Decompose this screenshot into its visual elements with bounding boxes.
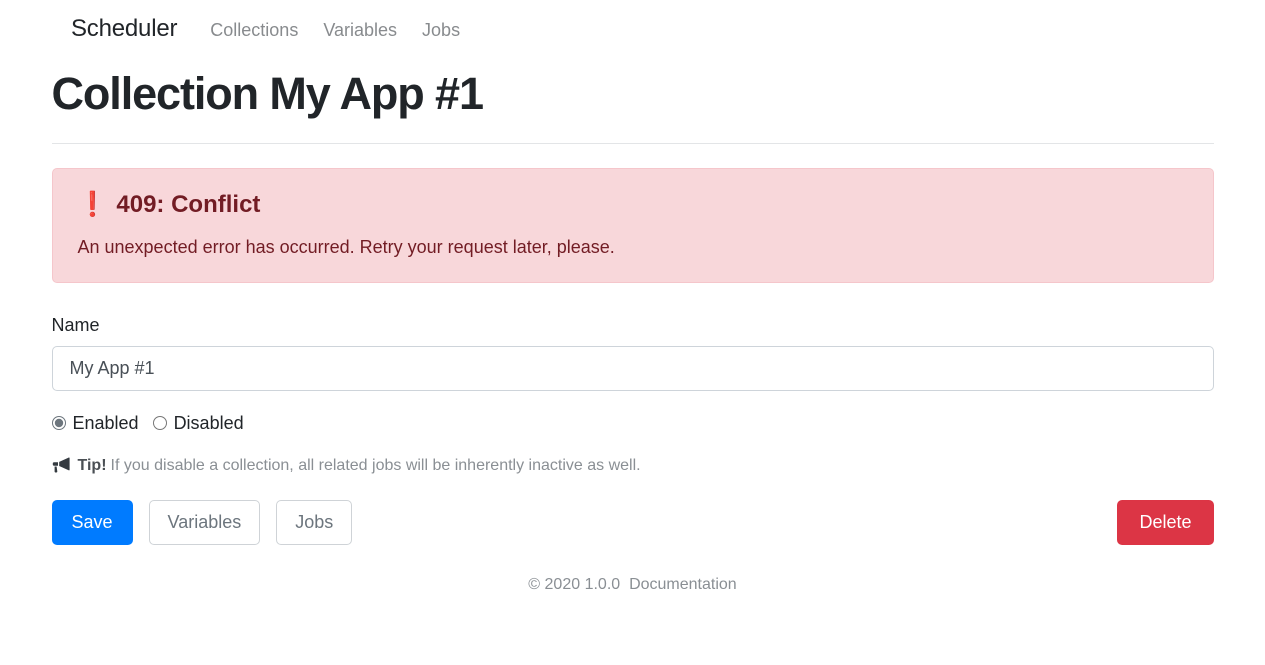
brand-link[interactable]: Scheduler xyxy=(71,17,177,41)
action-button-row: Save Variables Jobs Delete xyxy=(51,499,1214,545)
radio-enabled[interactable] xyxy=(51,415,66,430)
alert-message: An unexpected error has occurred. Retry … xyxy=(77,236,615,257)
radio-item-disabled[interactable]: Disabled xyxy=(152,414,244,432)
footer-documentation-link[interactable]: Documentation xyxy=(629,576,737,593)
jobs-button[interactable]: Jobs xyxy=(276,499,353,545)
tip-row: Tip! If you disable a collection, all re… xyxy=(52,456,1214,475)
exclamation-icon: ❗ xyxy=(77,191,108,219)
name-label: Name xyxy=(51,315,100,336)
nav-link-variables[interactable]: Variables xyxy=(323,21,397,39)
bullhorn-icon xyxy=(52,457,71,473)
navbar: Scheduler Collections Variables Jobs xyxy=(0,0,1265,58)
nav-link-jobs[interactable]: Jobs xyxy=(422,21,460,39)
save-button[interactable]: Save xyxy=(51,499,133,545)
nav-link-collections[interactable]: Collections xyxy=(210,21,298,39)
radio-item-enabled[interactable]: Enabled xyxy=(51,414,139,432)
error-alert: ❗ 409: Conflict An unexpected error has … xyxy=(51,167,1214,284)
radio-enabled-label[interactable]: Enabled xyxy=(73,414,139,432)
tip-text: If you disable a collection, all related… xyxy=(110,456,641,474)
delete-button[interactable]: Delete xyxy=(1117,499,1214,545)
page-title: Collection My App #1 xyxy=(51,68,484,119)
title-divider xyxy=(51,142,1214,144)
nav-links: Collections Variables Jobs xyxy=(210,21,460,39)
alert-heading: ❗ 409: Conflict xyxy=(78,191,1188,220)
radio-disabled[interactable] xyxy=(152,415,167,430)
footer-copyright: © 2020 1.0.0 xyxy=(528,575,621,593)
status-radio-group: Enabled Disabled xyxy=(51,414,1214,432)
variables-button[interactable]: Variables xyxy=(148,499,261,545)
radio-disabled-label[interactable]: Disabled xyxy=(174,414,244,432)
main-container: Collection My App #1 ❗ 409: Conflict An … xyxy=(51,68,1214,594)
alert-heading-text: 409: Conflict xyxy=(116,190,261,218)
tip-strong: Tip! xyxy=(77,456,107,474)
name-input[interactable] xyxy=(51,345,1214,391)
footer: © 2020 1.0.0 Documentation xyxy=(52,575,1214,594)
